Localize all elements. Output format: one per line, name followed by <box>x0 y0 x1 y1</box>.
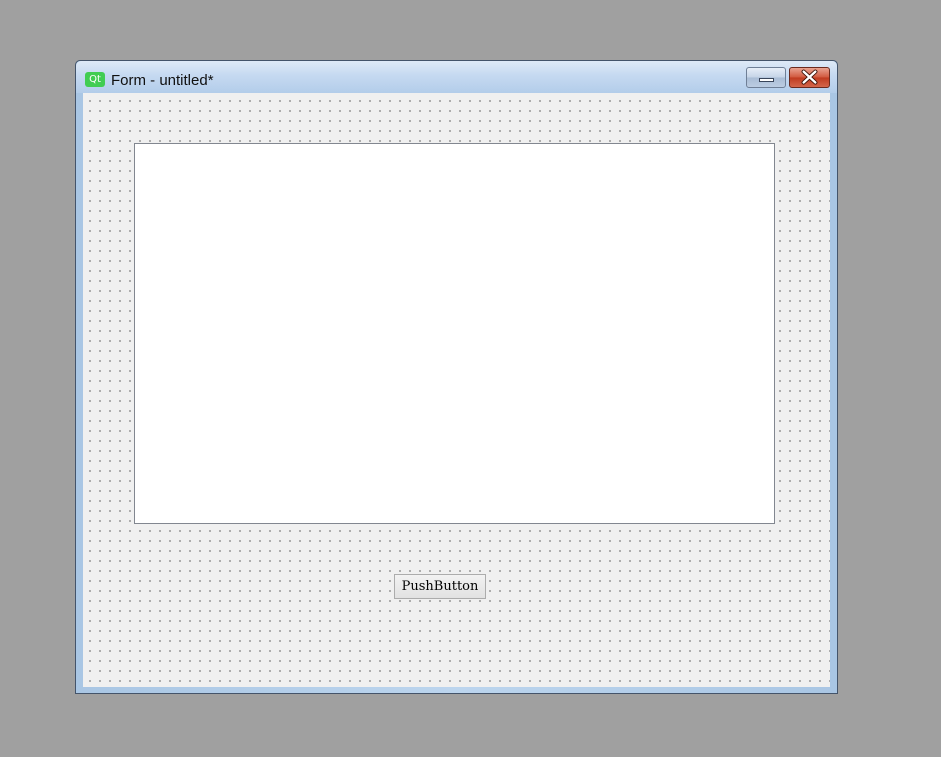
minimize-button[interactable] <box>746 67 786 88</box>
designer-form-window: Qt Form - untitled* PushButton <box>75 60 838 694</box>
window-title: Form - untitled* <box>111 72 214 89</box>
push-button[interactable]: PushButton <box>394 574 486 599</box>
minimize-icon <box>759 78 774 82</box>
close-button[interactable] <box>789 67 830 88</box>
title-bar[interactable]: Qt Form - untitled* <box>76 61 837 93</box>
qt-logo-icon: Qt <box>85 72 105 87</box>
close-icon <box>801 69 818 85</box>
form-canvas[interactable]: PushButton <box>83 93 830 687</box>
list-widget[interactable] <box>134 143 775 524</box>
